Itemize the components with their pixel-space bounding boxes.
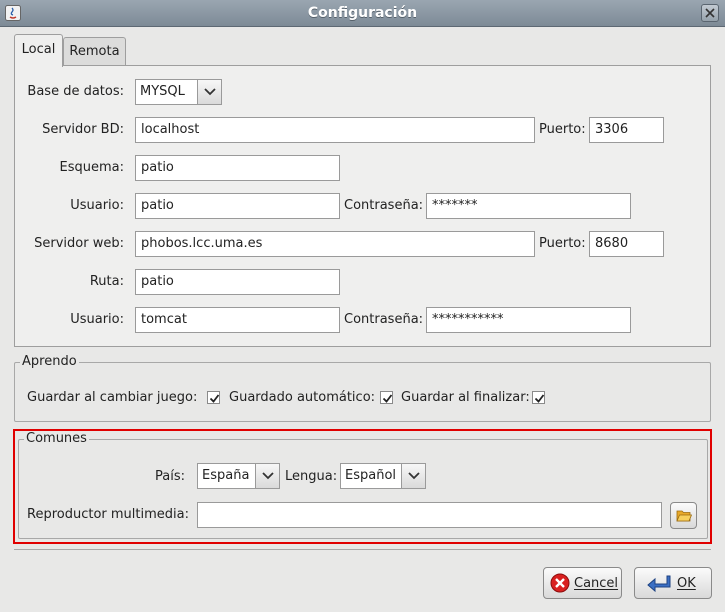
web-user-label: Usuario: — [70, 312, 124, 327]
db-port-label: Puerto: — [539, 122, 586, 137]
title-bar: Configuración — [0, 0, 725, 27]
language-select[interactable]: Español — [340, 463, 426, 489]
chevron-down-icon — [262, 472, 274, 480]
country-select-value: España — [202, 468, 250, 483]
language-select-value: Español — [345, 468, 397, 483]
checkmark-icon — [209, 394, 220, 403]
db-server-input[interactable]: localhost — [135, 117, 535, 143]
country-select[interactable]: España — [197, 463, 280, 489]
comunes-group-title: Comunes — [24, 431, 89, 446]
tab-local-label: Local — [21, 42, 56, 57]
save-on-change-label: Guardar al cambiar juego: — [27, 390, 198, 405]
close-icon — [705, 8, 715, 18]
autosave-label: Guardado automático: — [229, 390, 376, 405]
path-input[interactable]: patio — [135, 269, 340, 295]
database-select-arrow[interactable] — [197, 80, 221, 104]
db-server-label: Servidor BD: — [42, 122, 124, 137]
language-label: Lengua: — [285, 469, 338, 484]
save-on-finish-checkbox[interactable] — [532, 391, 545, 404]
cancel-icon — [550, 573, 570, 593]
db-user-input[interactable]: patio — [135, 193, 340, 219]
database-select[interactable]: MYSQL — [135, 79, 222, 105]
schema-label: Esquema: — [59, 160, 125, 175]
aprendo-group-title: Aprendo — [20, 354, 79, 369]
tab-remota[interactable]: Remota — [63, 37, 126, 65]
web-server-input[interactable]: phobos.lcc.uma.es — [135, 231, 535, 257]
media-player-input[interactable] — [197, 502, 662, 528]
schema-input[interactable]: patio — [135, 155, 340, 181]
folder-open-icon — [676, 510, 692, 522]
country-label: País: — [155, 469, 185, 484]
window-title: Configuración — [307, 5, 418, 21]
language-select-arrow[interactable] — [401, 464, 425, 488]
web-user-input[interactable]: tomcat — [135, 307, 340, 333]
media-player-label: Reproductor multimedia: — [27, 507, 189, 522]
db-port-input[interactable]: 3306 — [589, 117, 664, 143]
browse-button[interactable] — [670, 502, 697, 529]
web-port-label: Puerto: — [539, 236, 586, 251]
database-label: Base de datos: — [27, 84, 124, 99]
checkmark-icon — [534, 394, 545, 403]
db-password-label: Contraseña: — [344, 198, 424, 213]
save-on-change-checkbox[interactable] — [207, 391, 220, 404]
save-on-finish-label: Guardar al finalizar: — [401, 390, 530, 405]
footer-separator — [14, 549, 711, 550]
cancel-button-label: Cancel — [574, 576, 619, 591]
enter-arrow-icon — [647, 575, 671, 593]
ok-button[interactable]: OK — [634, 567, 712, 599]
checkmark-icon — [382, 394, 393, 403]
web-password-input[interactable]: *********** — [426, 307, 631, 333]
path-label: Ruta: — [89, 274, 124, 289]
web-server-label: Servidor web: — [34, 236, 124, 251]
web-port-input[interactable]: 8680 — [589, 231, 664, 257]
close-button[interactable] — [701, 4, 719, 22]
country-select-arrow[interactable] — [255, 464, 279, 488]
cancel-button[interactable]: Cancel — [543, 567, 622, 599]
db-user-label: Usuario: — [70, 198, 124, 213]
db-password-input[interactable]: ******* — [426, 193, 631, 219]
database-select-value: MYSQL — [140, 84, 185, 99]
tab-remota-label: Remota — [69, 44, 120, 59]
autosave-checkbox[interactable] — [380, 391, 393, 404]
tab-local[interactable]: Local — [14, 34, 63, 67]
chevron-down-icon — [408, 472, 420, 480]
web-password-label: Contraseña: — [344, 312, 424, 327]
chevron-down-icon — [204, 88, 216, 96]
ok-button-label: OK — [677, 576, 696, 591]
